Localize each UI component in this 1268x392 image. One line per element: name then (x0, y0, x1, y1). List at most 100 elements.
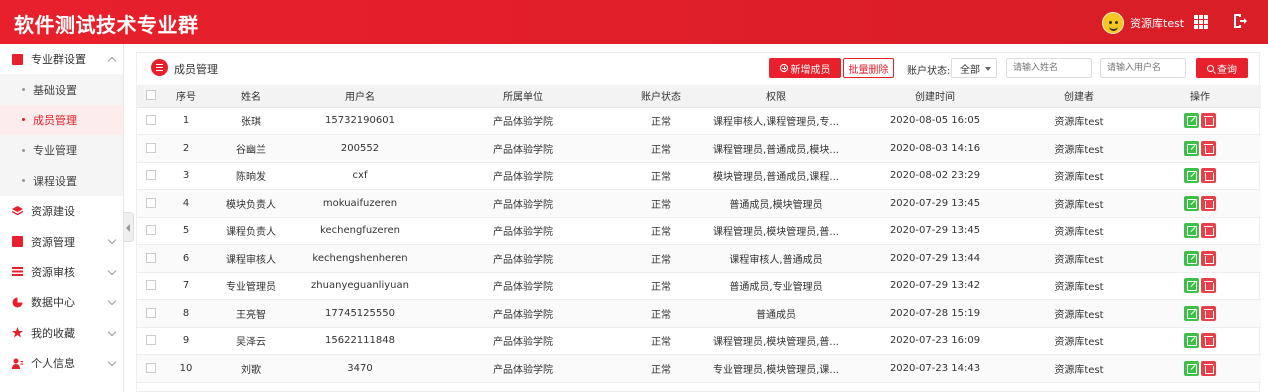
edit-icon[interactable] (1184, 250, 1199, 266)
trash-icon[interactable] (1201, 360, 1216, 376)
created-time: 2020-07-23 14:43 (851, 354, 1019, 383)
trash-icon[interactable] (1201, 113, 1216, 129)
user-menu[interactable]: 资源库test (1102, 12, 1184, 34)
row-checkbox[interactable] (146, 170, 156, 181)
name-search-input[interactable] (1006, 58, 1092, 78)
row-number: 9 (165, 327, 207, 355)
trash-icon[interactable] (1201, 250, 1216, 266)
edit-icon[interactable] (1184, 305, 1199, 321)
member-permissions: 课程管理员,模块管理员,普... (701, 217, 851, 245)
creator-name: 资源库test (1019, 217, 1139, 245)
row-checkbox[interactable] (146, 280, 156, 291)
member-name: 王亮智 (207, 299, 295, 328)
sidebar-item-resource-review[interactable]: 资源审核 (0, 257, 123, 287)
row-select-cell (137, 299, 165, 328)
member-unit: 产品体验学院 (425, 189, 621, 218)
creator-name: 资源库test (1019, 272, 1139, 300)
select-all-checkbox[interactable] (146, 90, 156, 101)
row-checkbox[interactable] (146, 115, 156, 126)
trash-icon[interactable] (1201, 305, 1216, 321)
row-checkbox[interactable] (146, 307, 156, 318)
trash-icon[interactable] (1201, 278, 1216, 294)
sidebar-item-my-favorites[interactable]: 我的收藏 (0, 318, 123, 348)
member-unit: 产品体验学院 (425, 272, 621, 300)
row-actions (1139, 162, 1261, 190)
trash-icon[interactable] (1201, 168, 1216, 184)
sidebar-item-data-center[interactable]: 数据中心 (0, 287, 123, 317)
edit-icon[interactable] (1184, 223, 1199, 239)
row-checkbox[interactable] (146, 197, 156, 208)
edit-icon[interactable] (1184, 333, 1199, 349)
row-checkbox[interactable] (146, 252, 156, 263)
column-header: 序号 (165, 85, 207, 108)
sidebar-item-label: 我的收藏 (31, 326, 75, 340)
add-member-button[interactable]: 新增成员 (769, 58, 841, 78)
batch-delete-button[interactable]: 批量删除 (843, 58, 894, 78)
row-checkbox[interactable] (146, 142, 156, 153)
sidebar-subitem-course-settings[interactable]: 课程设置 (0, 165, 123, 196)
sidebar-item-label: 数据中心 (31, 296, 75, 310)
edit-icon[interactable] (1184, 140, 1199, 156)
edit-icon[interactable] (1184, 360, 1199, 376)
member-unit: 产品体验学院 (425, 354, 621, 383)
created-time: 2020-08-02 23:29 (851, 162, 1019, 190)
edit-icon[interactable] (1184, 195, 1199, 211)
member-unit: 产品体验学院 (425, 134, 621, 163)
edit-icon[interactable] (1184, 113, 1199, 129)
sidebar-item-personal-info[interactable]: 个人信息 (0, 348, 123, 378)
row-select-cell (137, 107, 165, 135)
search-icon (1207, 64, 1214, 72)
row-actions (1139, 244, 1261, 273)
row-actions (1139, 327, 1261, 355)
row-checkbox[interactable] (146, 225, 156, 236)
member-permissions: 普通成员 (701, 299, 851, 328)
list-icon (12, 266, 23, 277)
member-username: 200552 (295, 134, 425, 163)
edit-icon[interactable] (1184, 278, 1199, 294)
sidebar-item-label: 资源管理 (31, 235, 75, 249)
account-status: 正常 (621, 162, 701, 190)
member-name: 刘歌 (207, 354, 295, 383)
account-status: 正常 (621, 327, 701, 355)
sidebar-subitem-member-management[interactable]: 成员管理 (0, 104, 123, 136)
trash-icon[interactable] (1201, 333, 1216, 349)
row-select-cell (137, 354, 165, 383)
username-search-input[interactable] (1100, 58, 1186, 78)
caret-down-icon (985, 67, 991, 71)
sidebar-item-major-group-settings[interactable]: 专业群设置 (0, 44, 123, 74)
table-row: 3 陈晌发 cxf 产品体验学院 正常 模块管理员,普通成员,课程... 2020-08-0… (137, 162, 1261, 190)
pie-chart-icon (12, 297, 23, 308)
sidebar-item-resource-management[interactable]: 资源管理 (0, 226, 123, 256)
member-username: 17745125550 (295, 299, 425, 328)
chevron-down-icon (107, 296, 117, 306)
user-name[interactable]: 资源库test (1130, 15, 1184, 31)
member-name: 课程负责人 (207, 217, 295, 245)
created-time: 2020-07-23 16:09 (851, 327, 1019, 355)
account-status: 正常 (621, 299, 701, 328)
sidebar-subitem-major-management[interactable]: 专业管理 (0, 135, 123, 166)
row-select-cell (137, 162, 165, 190)
chevron-down-icon (107, 327, 117, 336)
logout-icon[interactable] (1232, 13, 1248, 29)
trash-icon[interactable] (1201, 223, 1216, 239)
sidebar-subitem-basic-settings[interactable]: 基础设置 (0, 74, 123, 105)
row-checkbox[interactable] (146, 362, 156, 373)
row-actions (1139, 217, 1261, 245)
account-status-select[interactable]: 全部 (951, 58, 997, 78)
query-button[interactable]: 查询 (1196, 58, 1248, 78)
column-header: 操作 (1139, 85, 1261, 108)
sidebar-item-label: 资源建设 (31, 205, 75, 219)
grid-menu-icon[interactable] (1194, 15, 1208, 29)
member-unit: 产品体验学院 (425, 107, 621, 135)
row-checkbox[interactable] (146, 335, 156, 346)
avatar[interactable] (1102, 12, 1124, 34)
sidebar-collapse-button[interactable] (124, 212, 134, 242)
trash-icon[interactable] (1201, 140, 1216, 156)
column-header: 所属单位 (425, 85, 621, 108)
sidebar-item-resource-building[interactable]: 资源建设 (0, 196, 123, 226)
edit-icon[interactable] (1184, 168, 1199, 184)
trash-icon[interactable] (1201, 195, 1216, 211)
creator-name: 资源库test (1019, 162, 1139, 190)
chevron-down-icon (107, 357, 117, 367)
page-title: 成员管理 (174, 63, 218, 76)
